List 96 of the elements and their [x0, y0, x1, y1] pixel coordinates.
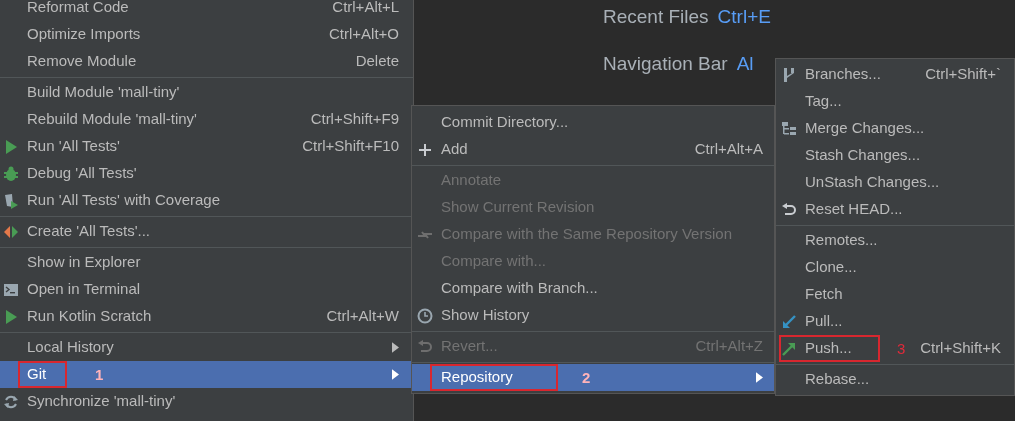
play-icon: [3, 308, 19, 325]
sync-icon: [3, 393, 19, 410]
menu-item[interactable]: Merge Changes...: [776, 115, 1014, 142]
menu-item-label: Create 'All Tests'...: [27, 221, 150, 242]
menu-item[interactable]: Rebuild Module 'mall-tiny' Ctrl+Shift+F9: [0, 106, 413, 133]
menu-item[interactable]: Push... 3 Ctrl+Shift+K: [776, 335, 1014, 362]
menu-item-label: Run 'All Tests' with Coverage: [27, 190, 221, 211]
menu-item-label: Git: [27, 364, 47, 385]
menu-item[interactable]: UnStash Changes...: [776, 169, 1014, 196]
undo-icon: [417, 338, 433, 355]
merge-icon: [781, 120, 797, 137]
menu-item[interactable]: Run 'All Tests' with Coverage: [0, 187, 413, 214]
menu-item-label: Fetch: [805, 284, 843, 305]
step-number: 1: [95, 366, 104, 383]
step-number: 3: [897, 340, 906, 357]
menu-item-label: Build Module 'mall-tiny': [27, 82, 180, 103]
menu-item[interactable]: Create 'All Tests'...: [0, 218, 413, 245]
menu-item-label: Clone...: [805, 257, 857, 278]
menu-item[interactable]: Remotes...: [776, 227, 1014, 254]
hint-label: Recent Files: [603, 5, 709, 29]
shortcut-label: Ctrl+Alt+L: [332, 0, 399, 18]
menu-item-label: Reformat Code: [27, 0, 129, 18]
menu-item[interactable]: Add Ctrl+Alt+A: [412, 136, 774, 163]
menu-item[interactable]: Open in Terminal: [0, 276, 413, 303]
shortcut-label: Ctrl+Shift+F10: [302, 136, 399, 157]
hint-label: Navigation Bar: [603, 52, 728, 76]
menu-item[interactable]: Tag...: [776, 88, 1014, 115]
menu-item[interactable]: Branches... Ctrl+Shift+`: [776, 61, 1014, 88]
menu-item[interactable]: Run Kotlin Scratch Ctrl+Alt+W: [0, 303, 413, 330]
menu-item[interactable]: Repository 2: [412, 364, 774, 391]
menu-item[interactable]: Run 'All Tests' Ctrl+Shift+F10: [0, 133, 413, 160]
undo-icon: [781, 201, 797, 218]
highlight-frame: [18, 361, 67, 388]
menu-item-label: Optimize Imports: [27, 24, 141, 45]
menu-item-label: Local History: [27, 337, 114, 358]
menu-item[interactable]: Build Module 'mall-tiny': [0, 79, 413, 106]
menu-item[interactable]: Local History: [0, 334, 413, 361]
menu-item[interactable]: Remove Module Delete: [0, 48, 413, 75]
menu-item-label: Compare with Branch...: [441, 278, 598, 299]
play-icon: [3, 138, 19, 155]
menu-item-label: Branches...: [805, 64, 881, 85]
menu-item-label: Synchronize 'mall-tiny': [27, 391, 176, 412]
menu-item-label: Repository: [441, 367, 513, 388]
step-number: 2: [582, 369, 591, 386]
menu-item-label: Debug 'All Tests': [27, 163, 137, 184]
menu-item[interactable]: Clone...: [776, 254, 1014, 281]
plus-icon: [417, 141, 433, 158]
menu-item-label: Run 'All Tests': [27, 136, 120, 157]
menu-item-label: Show History: [441, 305, 530, 326]
menu-item[interactable]: Reformat Code Ctrl+Alt+L: [0, 0, 413, 21]
menu-item-label: Merge Changes...: [805, 118, 925, 139]
menu-item-label: Add: [441, 139, 468, 160]
shortcut-label: Ctrl+Alt+W: [326, 306, 399, 327]
menu-item-label: Commit Directory...: [441, 112, 569, 133]
hint-shortcut: Ctrl+E: [717, 5, 771, 29]
hint-shortcut: Al: [736, 52, 754, 76]
shortcut-label: Ctrl+Shift+`: [925, 64, 1001, 85]
menu-item[interactable]: Show History: [412, 302, 774, 329]
menu-item-label: Push...: [805, 338, 852, 359]
clock-icon: [417, 307, 433, 324]
shortcut-label: Ctrl+Shift+K: [920, 338, 1001, 359]
menu-item-label: Remove Module: [27, 51, 137, 72]
menu-item[interactable]: Rebase...: [776, 366, 1014, 393]
arrow-down-left-icon: [781, 313, 797, 330]
shortcut-label: Delete: [355, 51, 399, 72]
menu-item-label: UnStash Changes...: [805, 172, 940, 193]
coverage-icon: [3, 192, 19, 209]
shortcut-label: Ctrl+Alt+A: [694, 139, 763, 160]
shortcut-label: Ctrl+Alt+O: [328, 24, 399, 45]
menu-item[interactable]: Synchronize 'mall-tiny': [0, 388, 413, 415]
branch-icon: [781, 66, 797, 83]
menu-item[interactable]: Show in Explorer: [0, 249, 413, 276]
menu-item[interactable]: Fetch: [776, 281, 1014, 308]
create-test-icon: [3, 223, 19, 240]
menu-item-label: Tag...: [805, 91, 842, 112]
shortcut-label: Ctrl+Shift+F9: [310, 109, 399, 130]
menu-item-label: Stash Changes...: [805, 145, 921, 166]
menu-item[interactable]: Optimize Imports Ctrl+Alt+O: [0, 21, 413, 48]
menu-item[interactable]: Pull...: [776, 308, 1014, 335]
menu-item-label: Remotes...: [805, 230, 878, 251]
menu-item[interactable]: Stash Changes...: [776, 142, 1014, 169]
arrow-up-right-icon: [781, 340, 797, 357]
menu-item-label: Pull...: [805, 311, 843, 332]
bug-icon: [3, 165, 19, 182]
menu-item[interactable]: Commit Directory...: [412, 109, 774, 136]
terminal-icon: [3, 281, 19, 298]
menu-item-label: Show in Explorer: [27, 252, 141, 273]
menu-item[interactable]: Git 1: [0, 361, 413, 388]
menu-item-label: Open in Terminal: [27, 279, 141, 300]
menu-item-label: Run Kotlin Scratch: [27, 306, 152, 327]
menu-item[interactable]: Reset HEAD...: [776, 196, 1014, 223]
menu-item[interactable]: Compare with Branch...: [412, 275, 774, 302]
menu-item-label: Rebase...: [805, 369, 870, 390]
menu-item-label: Reset HEAD...: [805, 199, 903, 220]
menu-item[interactable]: Debug 'All Tests': [0, 160, 413, 187]
menu-item-label: Rebuild Module 'mall-tiny': [27, 109, 197, 130]
